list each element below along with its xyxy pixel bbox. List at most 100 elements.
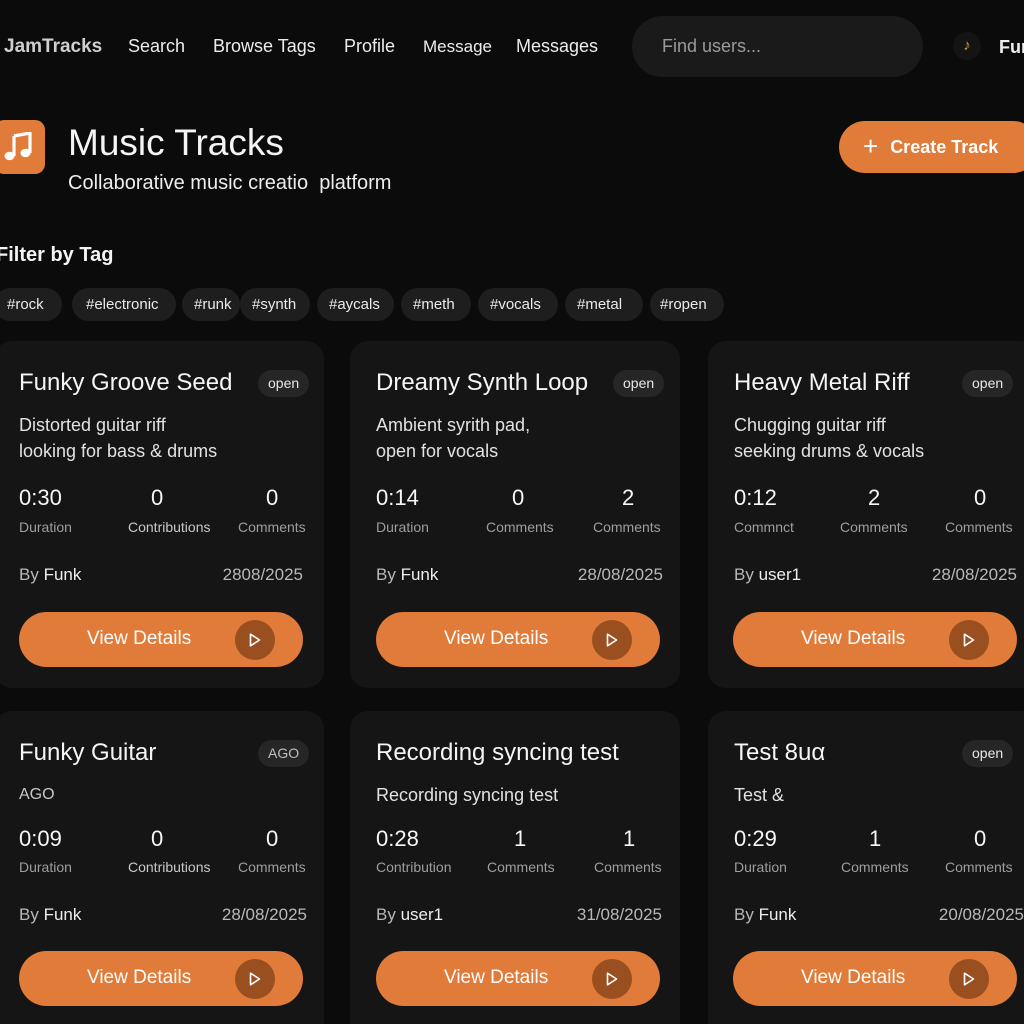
track-date: 2808/2025 [222,565,303,584]
view-details-button[interactable]: View Details [733,612,1017,667]
stat-value: 0 [151,826,164,851]
view-details-button[interactable]: View Details [376,951,660,1006]
stat-label: Comments [238,859,306,875]
play-icon [949,959,989,999]
user-search [632,16,923,77]
stat-label: Comments [945,519,1013,535]
filter-title: Filter by Tag [0,244,114,266]
play-icon [235,959,275,999]
tag-ropen[interactable]: #ropen [650,288,724,321]
page-title: Music Tracks [68,122,284,163]
track-date: 28/08/2025 [577,565,663,584]
stat-label: Contributions [128,519,211,535]
stat-value: 0:28 [376,826,419,851]
nav-link-message[interactable]: Message [423,37,492,57]
stat-value: 0:14 [376,485,419,510]
track-title[interactable]: Heavy Metal Riff [734,369,910,397]
track-description: Test & [734,785,785,805]
stat-label: Comments [840,519,908,535]
status-badge: AGO [258,740,310,767]
status-badge: open [258,370,310,397]
brand-logo[interactable]: JamTracks [4,36,102,58]
tag-vocals[interactable]: #vocals [478,288,558,321]
tag-synth[interactable]: #synth [240,288,310,321]
author-name[interactable]: user1 [759,565,802,584]
search-input[interactable] [632,16,923,77]
view-details-button[interactable]: View Details [733,951,1017,1006]
user-name[interactable]: Fur [999,37,1024,58]
tag-runk[interactable]: #runk [182,288,240,321]
author-name[interactable]: user1 [401,905,444,924]
author-name[interactable]: Funk [759,905,797,924]
nav-link-search[interactable]: Search [128,36,185,57]
track-title[interactable]: Dreamy Synth Loop [376,369,588,397]
track-title[interactable]: Recording syncing test [376,739,619,767]
create-track-label: Create Track [890,136,999,157]
play-icon [949,620,989,660]
track-date: 31/08/2025 [576,905,662,924]
view-details-button[interactable]: View Details [376,612,660,667]
stat-value: 1 [869,826,882,851]
track-date: 28/08/2025 [221,905,307,924]
stat-label: Comments [841,859,909,875]
author-name[interactable]: Funk [44,905,82,924]
top-nav: JamTracks Search Browse Tags Profile Mes… [0,16,1024,78]
music-note-icon[interactable]: ♪ [953,32,981,60]
stat-label: Comments [487,859,555,875]
track-description: Distorted guitar riff looking for bass &… [19,415,218,461]
tag-rock[interactable]: #rock [0,288,62,321]
stat-value: 2 [622,485,635,510]
tag-metal[interactable]: #metal [565,288,643,321]
track-author: By Funk [734,905,796,925]
page: JamTracks Search Browse Tags Profile Mes… [0,0,1024,1024]
stat-label: Comments [594,859,662,875]
author-name[interactable]: Funk [44,565,82,584]
stat-value: 0:09 [19,826,62,851]
page-logo [0,120,45,174]
stat-label: Contribution [376,859,452,875]
by-label: By [19,565,39,584]
view-details-label: View Details [444,967,549,988]
view-details-label: View Details [444,628,549,649]
stat-label: Comments [945,859,1013,875]
stat-value: 0 [974,826,987,851]
stat-value: 1 [623,826,636,851]
stat-label: Duration [734,859,787,875]
stat-label: Duration [19,859,72,875]
stat-value: 0 [151,485,164,510]
view-details-button[interactable]: View Details [19,612,303,667]
by-label: By [19,905,39,924]
track-author: By Funk [19,905,81,925]
view-details-label: View Details [801,967,906,988]
track-author: By Funk [19,565,81,585]
view-details-label: View Details [87,628,192,649]
view-details-label: View Details [801,628,906,649]
stat-label: Duration [376,519,429,535]
tag-electronic[interactable]: #electronic [72,288,176,321]
nav-link-profile[interactable]: Profile [344,36,395,57]
track-description: Chugging guitar riff seeking drums & voc… [734,415,925,461]
stat-value: 0 [512,485,525,510]
track-title[interactable]: Funky Groove Seed [19,369,232,397]
track-date: 20/08/2025 [938,905,1024,924]
track-date: 28/08/2025 [931,565,1017,584]
play-icon [235,620,275,660]
track-title[interactable]: Test 8uα [734,739,825,767]
track-title[interactable]: Funky Guitar [19,739,156,767]
by-label: By [376,565,396,584]
create-track-button[interactable]: + Create Track [839,121,1024,173]
stat-label: Comments [593,519,661,535]
tag-meth[interactable]: #meth [401,288,471,321]
stat-value: 0:12 [734,485,777,510]
view-details-label: View Details [87,967,192,988]
track-card: Dreamy Synth Loop open Ambient syrith pa… [350,341,680,688]
author-name[interactable]: Funk [401,565,439,584]
view-details-button[interactable]: View Details [19,951,303,1006]
track-description: Recording syncing test [376,785,559,805]
nav-link-messages[interactable]: Messages [516,36,598,57]
stat-value: 2 [868,485,881,510]
track-description: Ambient syrith pad, open for vocals [376,415,531,461]
tag-aycals[interactable]: #aycals [317,288,394,321]
nav-link-browse-tags[interactable]: Browse Tags [213,36,316,57]
page-subtitle: Collaborative music creatio platform [68,172,392,194]
